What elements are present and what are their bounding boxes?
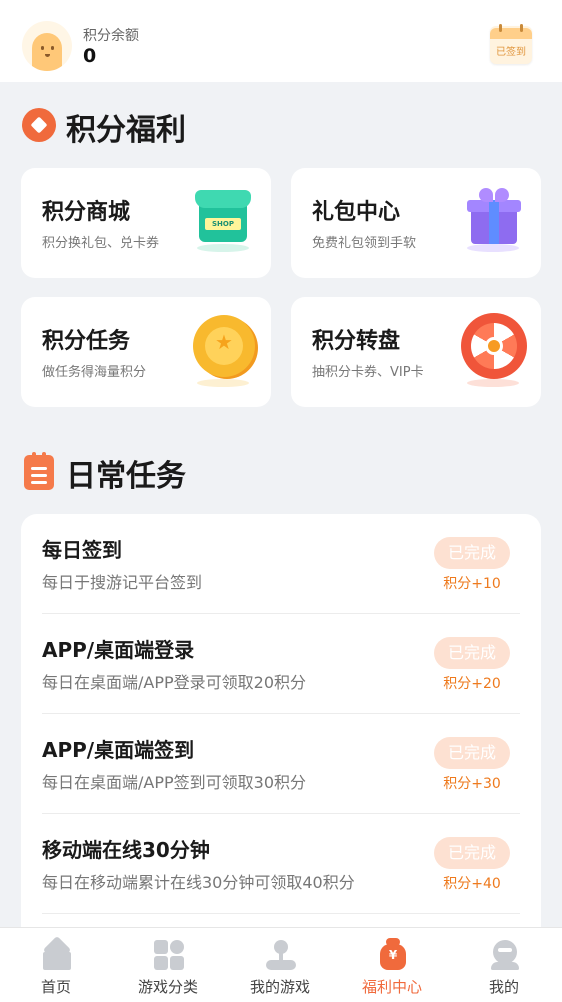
points-tasks-card[interactable]: 积分任务 做任务得海量积分 ★ [21,297,271,407]
task-title: 移动端在线30分钟 [42,838,210,862]
card-subtitle: 免费礼包领到手软 [312,236,417,251]
card-title: 积分商城 [42,200,131,225]
task-completed-button[interactable]: 已完成 [434,637,510,669]
task-description: 每日在桌面端/APP登录可领取20积分 [42,673,306,692]
shop-sign-label: SHOP [205,218,241,230]
joystick-icon [264,938,298,972]
nav-item-label: 首页 [40,978,71,996]
diamond-icon [22,108,56,142]
wheel-icon [459,313,527,387]
task-row: 移动端在线30分钟 每日在移动端累计在线30分钟可领取40积分 已完成 积分+4… [21,814,541,914]
welfare-section-title: 积分福利 [66,113,186,148]
nav-item-label: 我的 [488,978,519,996]
nav-item-home[interactable]: 首页 [0,928,112,1002]
task-points: 积分+40 [443,876,501,892]
nav-item-my-games[interactable]: 我的游戏 [224,928,336,1002]
task-points: 积分+30 [443,776,501,792]
clipboard-icon [24,452,54,490]
points-wheel-card[interactable]: 积分转盘 抽积分卡券、VIP卡 [291,297,541,407]
task-description: 每日在移动端累计在线30分钟可领取40积分 [42,873,355,892]
nav-item-welfare-center[interactable]: ¥ 福利中心 [336,928,448,1002]
task-title: APP/桌面端签到 [42,738,195,762]
gift-icon [459,184,527,256]
card-title: 积分转盘 [312,329,401,354]
nav-item-label: 福利中心 [361,978,422,996]
nav-item-label: 游戏分类 [137,978,198,996]
card-title: 积分任务 [42,329,131,354]
nav-item-profile[interactable]: 我的 [448,928,560,1002]
divider [42,913,520,914]
daily-tasks-section-title: 日常任务 [66,459,186,494]
task-description: 每日在桌面端/APP签到可领取30积分 [42,773,306,792]
coin-icon: ★ [189,313,257,387]
points-balance-value: 0 [83,45,97,67]
shop-icon: SHOP [189,184,257,256]
nav-item-categories[interactable]: 游戏分类 [112,928,224,1002]
home-icon [40,935,74,972]
points-balance-label: 积分余额 [83,28,139,44]
signed-in-calendar-button[interactable]: 已签到 [490,24,532,64]
card-title: 礼包中心 [312,200,401,225]
avatar[interactable] [22,21,72,71]
header: 积分余额 0 已签到 [0,0,562,82]
task-row: APP/桌面端登录 每日在桌面端/APP登录可领取20积分 已完成 积分+20 [21,614,541,714]
card-subtitle: 做任务得海量积分 [42,365,147,380]
task-description: 每日于搜游记平台签到 [42,573,203,592]
signed-in-label: 已签到 [496,47,526,58]
profile-icon [488,938,522,972]
task-completed-button[interactable]: 已完成 [434,837,510,869]
task-row: 每日签到 每日于搜游记平台签到 已完成 积分+10 [21,514,541,614]
task-row: APP/桌面端签到 每日在桌面端/APP签到可领取30积分 已完成 积分+30 [21,714,541,814]
money-bag-icon: ¥ [376,938,410,972]
welfare-center-page: 积分余额 0 已签到 积分福利 积分商城 积分换礼包、兑卡券 SHOP 礼包中心… [0,0,562,1002]
task-title: 每日签到 [42,538,122,562]
category-icon [152,938,186,972]
gift-center-card[interactable]: 礼包中心 免费礼包领到手软 [291,168,541,278]
task-completed-button[interactable]: 已完成 [434,537,510,569]
task-title: APP/桌面端登录 [42,638,195,662]
nav-item-label: 我的游戏 [249,978,310,996]
points-mall-card[interactable]: 积分商城 积分换礼包、兑卡券 SHOP [21,168,271,278]
card-subtitle: 积分换礼包、兑卡券 [42,236,160,251]
task-points: 积分+10 [443,576,501,592]
card-subtitle: 抽积分卡券、VIP卡 [312,365,424,380]
daily-task-list: 每日签到 每日于搜游记平台签到 已完成 积分+10 APP/桌面端登录 每日在桌… [21,514,541,944]
task-completed-button[interactable]: 已完成 [434,737,510,769]
task-points: 积分+20 [443,676,501,692]
bottom-nav: 首页 游戏分类 我的游戏 ¥ 福利中心 我的 [0,927,562,1002]
